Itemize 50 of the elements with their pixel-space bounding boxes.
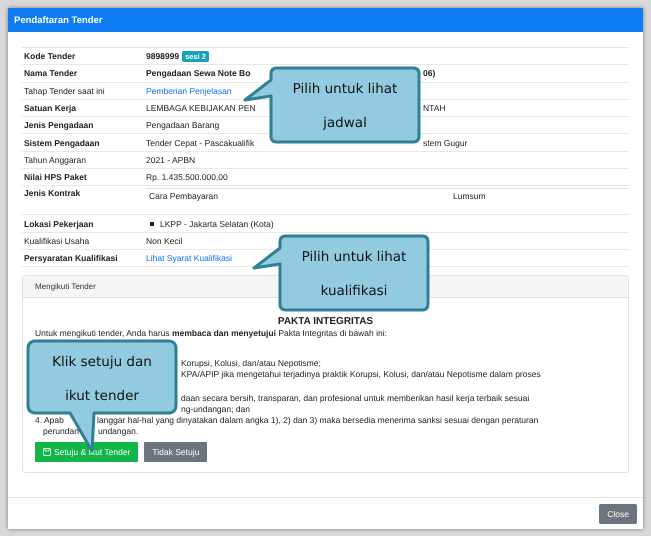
callout-text: kualifikasi bbox=[320, 283, 388, 299]
callout-text: Pilih untuk lihat bbox=[292, 81, 398, 97]
paragraph-text: Untuk mengikuti tender, Anda harus membaca dan menyetujui Pakta Integritas di bawah ini: bbox=[35, 328, 387, 340]
field-label: Lokasi Pekerjaan bbox=[23, 218, 94, 229]
paragraph-text: Korupsi, Kolusi, dan/atau Nepotisme; bbox=[181, 358, 321, 370]
callout-text: jadwal bbox=[323, 115, 367, 131]
field-value: Rp. 1.435.500.000,00 bbox=[146, 172, 228, 182]
field-label: Sistem Pengadaan bbox=[23, 138, 101, 148]
save-icon bbox=[43, 448, 51, 456]
paragraph-text: ng-undangan; dan bbox=[181, 404, 250, 416]
callout-text: Klik setuju dan bbox=[52, 354, 152, 370]
field-value: LEMBAGA KEBIJAKAN PEN bbox=[146, 103, 256, 114]
field-value: 06) bbox=[423, 68, 436, 78]
field-value: stem Gugur bbox=[423, 138, 468, 148]
disagree-button[interactable]: Tidak Setuju bbox=[144, 442, 208, 462]
paragraph-text: langgar hal-hal yang dinyatakan dalam angka 1), 2) dan 3) maka bersedia menerima sanksi sesuai dengan peraturan bbox=[97, 415, 538, 426]
table-cell-text: Cara Pembayaran bbox=[149, 191, 219, 202]
paragraph-text: undangan. bbox=[98, 426, 138, 438]
callout-text: Pilih untuk lihat bbox=[302, 249, 406, 265]
field-label: Jenis Kontrak bbox=[23, 188, 82, 198]
paragraph-text: 4. Apab bbox=[35, 415, 64, 426]
paragraph-text: perundan bbox=[43, 426, 79, 436]
field-label: Jenis Pengadaan bbox=[23, 120, 94, 130]
field-value: Tender Cepat - Pascakualifik bbox=[146, 138, 254, 148]
field-value: NTAH bbox=[423, 103, 446, 114]
field-value: Non Kecil bbox=[146, 236, 182, 246]
field-value: 9898999 bbox=[146, 51, 180, 62]
field-value: 2021 - APBN bbox=[146, 154, 196, 165]
paragraph-text: KPA/APIP jika mengetahui terjadinya praktik Korupsi, Kolusi, dan/atau Nepotisme dalam proses bbox=[181, 369, 541, 380]
link[interactable]: Lihat Syarat Kualifikasi bbox=[146, 253, 232, 264]
field-value: Pengadaan Barang bbox=[146, 120, 220, 130]
field-label: Tahun Anggaran bbox=[23, 154, 87, 165]
callout-text: ikut tender bbox=[65, 388, 139, 404]
field-label: Nilai HPS Paket bbox=[23, 172, 88, 182]
panel-title: Mengikuti Tender bbox=[35, 282, 96, 292]
field-value: LKPP - Jakarta Selatan (Kota) bbox=[160, 218, 274, 229]
bullet-icon bbox=[150, 222, 154, 226]
close-button[interactable]: Close bbox=[599, 504, 637, 524]
field-label: Kualifikasi Usaha bbox=[23, 236, 90, 246]
field-label: Nama Tender bbox=[23, 68, 78, 78]
field-label: Tahap Tender saat ini bbox=[23, 86, 106, 96]
field-label: Satuan Kerja bbox=[23, 103, 77, 114]
field-label: Persyaratan Kualifikasi bbox=[23, 253, 119, 264]
table-cell: Lumsum bbox=[453, 191, 486, 202]
paragraph-text: daan secara bersih, transparan, dan profesional untuk memberikan hasil kerja terbaik sesuai bbox=[181, 393, 530, 404]
window-title: Pendaftaran Tender bbox=[14, 14, 103, 26]
link[interactable]: Pemberian Penjelasan bbox=[146, 86, 232, 96]
heading: PAKTA INTEGRITAS bbox=[278, 316, 374, 328]
field-label: Kode Tender bbox=[23, 51, 76, 62]
field-value: Pengadaan Sewa Note Bo bbox=[146, 68, 250, 78]
